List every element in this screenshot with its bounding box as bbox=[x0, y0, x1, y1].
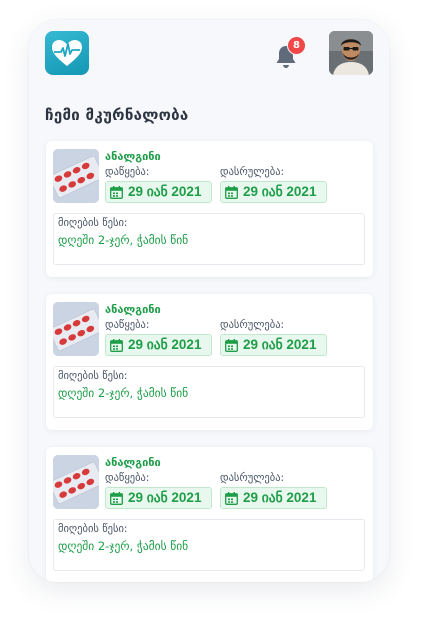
end-date-value: 29 იან 2021 bbox=[243, 490, 317, 505]
end-date: 29 იან 2021 bbox=[220, 181, 327, 203]
calendar-icon bbox=[225, 338, 238, 352]
heart-pulse-icon bbox=[52, 40, 82, 66]
end-date: 29 იან 2021 bbox=[220, 487, 327, 509]
medicine-image bbox=[53, 455, 99, 509]
start-date-value: 29 იან 2021 bbox=[128, 184, 202, 199]
start-date-value: 29 იან 2021 bbox=[128, 337, 202, 352]
intake-rule-value: დღეში 2-ჯერ, ჭამის წინ bbox=[58, 539, 189, 553]
start-label: დაწყება: bbox=[105, 319, 150, 331]
end-date-value: 29 იან 2021 bbox=[243, 337, 317, 352]
medicine-image bbox=[53, 302, 99, 356]
treatment-card[interactable]: ანალგინი დაწყება: დასრულება: 29 იან 2021 bbox=[46, 141, 373, 277]
medicine-name: ანალგინი bbox=[105, 150, 161, 163]
intake-rule-label: მიღების წესი: bbox=[58, 217, 128, 229]
calendar-icon bbox=[225, 491, 238, 505]
calendar-icon bbox=[110, 338, 123, 352]
calendar-icon bbox=[225, 185, 238, 199]
intake-rule-label: მიღების წესი: bbox=[58, 523, 128, 535]
medicine-image bbox=[53, 149, 99, 203]
start-label: დაწყება: bbox=[105, 166, 150, 178]
medicine-name: ანალგინი bbox=[105, 303, 161, 316]
intake-rule-box: მიღების წესი: დღეში 2-ჯერ, ჭამის წინ bbox=[53, 213, 365, 265]
start-date: 29 იან 2021 bbox=[105, 181, 212, 203]
medicine-name: ანალგინი bbox=[105, 456, 161, 469]
intake-rule-label: მიღების წესი: bbox=[58, 370, 128, 382]
start-label: დაწყება: bbox=[105, 472, 150, 484]
start-date-value: 29 იან 2021 bbox=[128, 490, 202, 505]
start-date: 29 იან 2021 bbox=[105, 334, 212, 356]
end-label: დასრულება: bbox=[220, 166, 285, 178]
end-label: დასრულება: bbox=[220, 472, 285, 484]
intake-rule-value: დღეში 2-ჯერ, ჭამის წინ bbox=[58, 386, 189, 400]
intake-rule-box: მიღების წესი: დღეში 2-ჯერ, ჭამის წინ bbox=[53, 519, 365, 571]
treatment-card[interactable]: ანალგინი დაწყება: დასრულება: 29 იან 2021 bbox=[46, 294, 373, 430]
intake-rule-value: დღეში 2-ჯერ, ჭამის წინ bbox=[58, 233, 189, 247]
avatar[interactable] bbox=[329, 31, 373, 75]
end-label: დასრულება: bbox=[220, 319, 285, 331]
treatment-card[interactable]: ანალგინი დაწყება: დასრულება: 29 იან 2021 bbox=[46, 447, 373, 582]
avatar-image bbox=[329, 31, 373, 75]
app-logo[interactable] bbox=[45, 31, 89, 75]
notification-badge: 8 bbox=[287, 36, 306, 55]
end-date-value: 29 იან 2021 bbox=[243, 184, 317, 199]
calendar-icon bbox=[110, 491, 123, 505]
app-screen: 8 ჩემი მკურნალობა ანალგინი დაწყება: დასრ… bbox=[29, 20, 389, 582]
calendar-icon bbox=[110, 185, 123, 199]
intake-rule-box: მიღების წესი: დღეში 2-ჯერ, ჭამის წინ bbox=[53, 366, 365, 418]
start-date: 29 იან 2021 bbox=[105, 487, 212, 509]
end-date: 29 იან 2021 bbox=[220, 334, 327, 356]
page-title: ჩემი მკურნალობა bbox=[45, 106, 189, 124]
